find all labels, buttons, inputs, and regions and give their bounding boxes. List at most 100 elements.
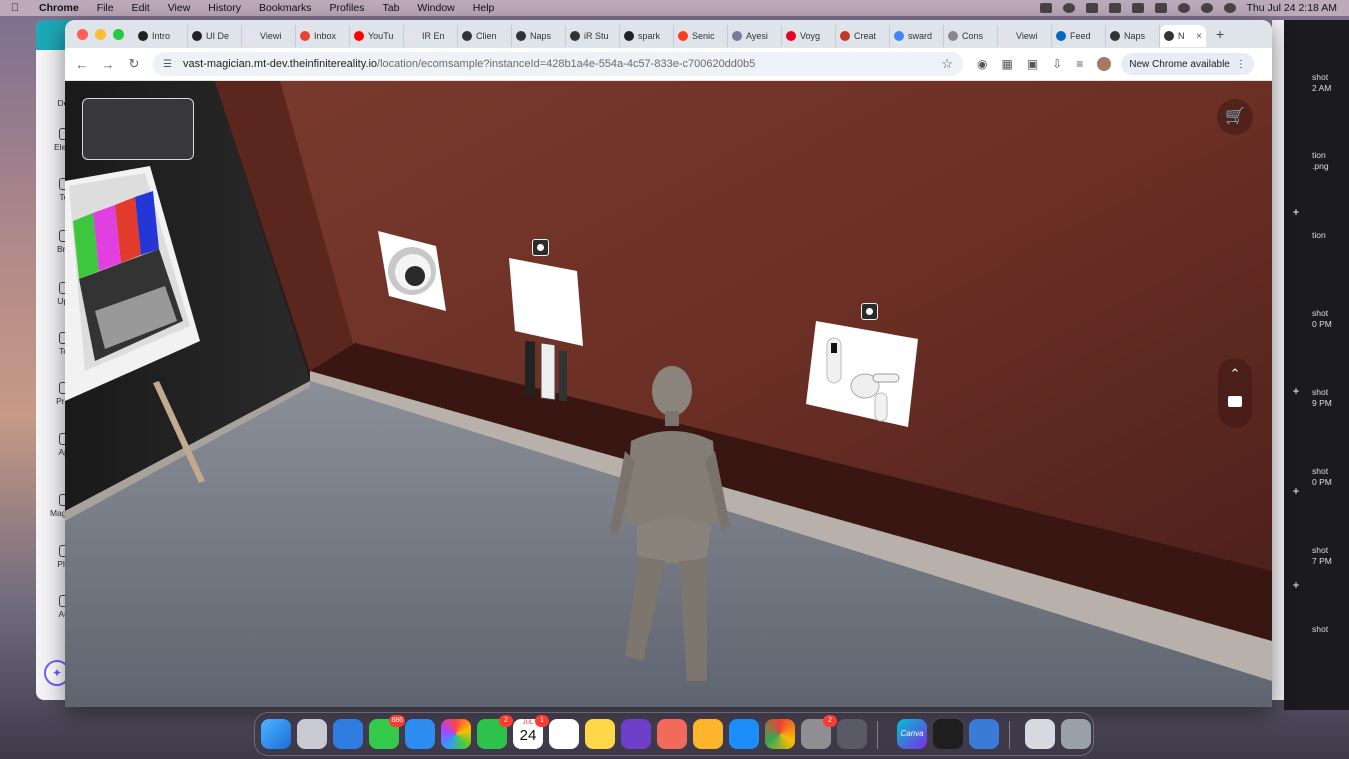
update-chrome-button[interactable]: New Chrome available ⋮ xyxy=(1121,53,1254,75)
fullscreen-window-button[interactable] xyxy=(113,28,124,40)
menu-file[interactable]: File xyxy=(88,2,123,14)
wifi-icon[interactable] xyxy=(1177,3,1190,13)
screenshot-folder-icon[interactable] xyxy=(1025,719,1055,749)
menu-window[interactable]: Window xyxy=(408,2,463,14)
cart-button[interactable]: 🛒 xyxy=(1217,99,1253,135)
close-tab-icon[interactable]: × xyxy=(1196,31,1202,42)
screenshot-label-2[interactable]: tion .png xyxy=(1312,150,1349,172)
add-icon[interactable]: + xyxy=(1290,384,1302,398)
browser-tab[interactable]: IR En xyxy=(404,25,458,47)
profile-avatar[interactable] xyxy=(1097,57,1112,71)
menubar-clock[interactable]: Thu Jul 24 2:18 AM xyxy=(1247,2,1337,14)
reading-list-icon[interactable]: ≡ xyxy=(1076,57,1083,71)
app-store-icon[interactable] xyxy=(729,719,759,749)
chevron-up-icon[interactable]: ⌃ xyxy=(1218,366,1252,382)
launchpad-icon[interactable] xyxy=(297,719,327,749)
record-status-icon[interactable] xyxy=(1062,3,1075,13)
calendar-icon[interactable]: JUL 24 1 xyxy=(513,715,549,749)
back-button[interactable]: ← xyxy=(69,57,95,72)
browser-tab[interactable]: Ayesi xyxy=(728,25,782,47)
browser-tab[interactable]: Clien xyxy=(458,25,512,47)
browser-tab[interactable]: Cons xyxy=(944,25,998,47)
browser-tab[interactable]: YouTu xyxy=(350,25,404,47)
bluetooth-icon[interactable] xyxy=(1108,3,1121,13)
trash-icon[interactable] xyxy=(1061,719,1091,749)
menu-view[interactable]: View xyxy=(159,2,200,14)
control-center-icon[interactable] xyxy=(1154,3,1167,13)
chat-icon[interactable] xyxy=(1228,396,1242,407)
canva-icon[interactable]: Canva xyxy=(897,719,927,749)
notes-icon[interactable] xyxy=(585,719,615,749)
finder-icon[interactable] xyxy=(261,719,291,749)
reminders-icon[interactable] xyxy=(549,719,579,749)
address-bar[interactable]: ☰ vast-magician.mt-dev.theinfiniterealit… xyxy=(153,52,963,76)
framer-icon[interactable] xyxy=(969,719,999,749)
screenshot-label-7[interactable]: shot 7 PM xyxy=(1312,545,1349,567)
mail-icon[interactable] xyxy=(405,719,435,749)
3d-viewport[interactable]: 🛒 ⌃ xyxy=(65,81,1272,707)
add-icon[interactable]: + xyxy=(1290,578,1302,592)
forward-button[interactable]: → xyxy=(95,57,121,72)
menu-profiles[interactable]: Profiles xyxy=(320,2,373,14)
simulator-icon[interactable] xyxy=(837,719,867,749)
screenshot-label-6[interactable]: shot 0 PM xyxy=(1312,466,1349,488)
figma-icon[interactable] xyxy=(933,719,963,749)
menu-tab[interactable]: Tab xyxy=(373,2,408,14)
close-window-button[interactable] xyxy=(77,28,88,40)
browser-tab[interactable]: Naps xyxy=(512,25,566,47)
chrome-icon[interactable] xyxy=(765,719,795,749)
screenshot-label-4[interactable]: shot 0 PM xyxy=(1312,308,1349,330)
search-tab-icon[interactable]: ▣ xyxy=(1027,57,1038,71)
browser-tab[interactable]: Senic xyxy=(674,25,728,47)
browser-tab[interactable]: Inbox xyxy=(296,25,350,47)
more-menu-icon[interactable]: ⋮ xyxy=(1236,59,1246,70)
photos-icon[interactable] xyxy=(441,719,471,749)
extensions-icon[interactable]: ▦ xyxy=(1001,57,1012,71)
minimap[interactable] xyxy=(82,98,194,160)
bookmark-star-icon[interactable]: ☆ xyxy=(941,56,953,72)
battery-icon[interactable] xyxy=(1131,3,1144,13)
browser-tab[interactable]: UI De xyxy=(188,25,242,47)
minimize-window-button[interactable] xyxy=(95,28,106,40)
todo-icon[interactable] xyxy=(657,719,687,749)
play-icon[interactable] xyxy=(1200,3,1213,13)
menu-help[interactable]: Help xyxy=(464,2,504,14)
screenshot-label-1[interactable]: shot 2 AM xyxy=(1312,72,1349,94)
browser-tab[interactable]: Viewi xyxy=(242,25,296,47)
new-tab-button[interactable]: + xyxy=(1216,26,1224,42)
browser-tab[interactable]: spark xyxy=(620,25,674,47)
settings-icon[interactable]: 2 xyxy=(801,715,837,749)
browser-tab[interactable]: N × xyxy=(1160,25,1206,47)
screenshot-label-8[interactable]: shot xyxy=(1312,624,1349,635)
add-icon[interactable]: + xyxy=(1290,205,1302,219)
menu-history[interactable]: History xyxy=(199,2,250,14)
apple-menu-icon[interactable]:  xyxy=(0,2,30,14)
airpods-hotspot-button[interactable] xyxy=(861,303,878,320)
add-icon[interactable]: + xyxy=(1290,484,1302,498)
pencil-app-icon[interactable] xyxy=(693,719,723,749)
browser-tab[interactable]: Intro xyxy=(134,25,188,47)
menu-bookmarks[interactable]: Bookmarks xyxy=(250,2,321,14)
screenshot-label-3[interactable]: tion xyxy=(1312,230,1349,241)
browser-tab[interactable]: Naps xyxy=(1106,25,1160,47)
reload-button[interactable]: ↻ xyxy=(121,56,147,72)
figma-status-icon[interactable] xyxy=(1039,3,1052,13)
site-info-icon[interactable]: ☰ xyxy=(163,59,175,70)
camera-icon[interactable]: ◉ xyxy=(977,57,987,71)
safari-icon[interactable] xyxy=(333,719,363,749)
browser-tab[interactable]: Creat xyxy=(836,25,890,47)
browser-tab[interactable]: Voyg xyxy=(782,25,836,47)
spotlight-icon[interactable] xyxy=(1223,3,1236,13)
download-icon[interactable]: ⇩ xyxy=(1052,57,1062,71)
menu-app-name[interactable]: Chrome xyxy=(30,2,88,14)
menu-edit[interactable]: Edit xyxy=(123,2,159,14)
browser-tab[interactable]: sward xyxy=(890,25,944,47)
facetime-icon[interactable]: 2 xyxy=(477,715,513,749)
github-icon[interactable] xyxy=(621,719,651,749)
grammarly-status-icon[interactable] xyxy=(1085,3,1098,13)
browser-tab[interactable]: iR Stu xyxy=(566,25,620,47)
screenshot-label-5[interactable]: shot 9 PM xyxy=(1312,387,1349,409)
browser-tab[interactable]: Viewi xyxy=(998,25,1052,47)
ps5-hotspot-button[interactable] xyxy=(532,239,549,256)
browser-tab[interactable]: Feed xyxy=(1052,25,1106,47)
